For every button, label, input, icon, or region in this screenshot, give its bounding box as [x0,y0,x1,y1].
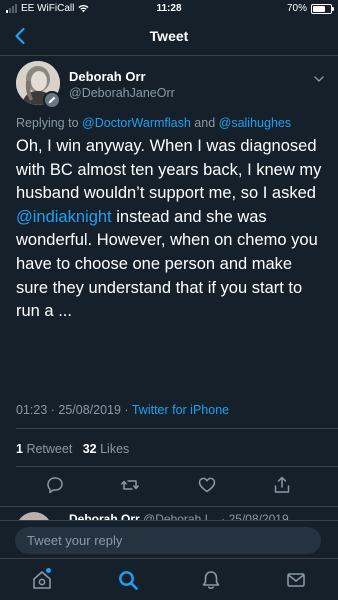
tweet-screen: EE WiFiCall 11:28 70% Tweet Deborah Orr … [0,0,338,600]
replying-and: and [194,116,216,130]
mention-link[interactable]: @indiaknight [16,208,112,226]
mention-link[interactable]: @salihughes [219,116,291,130]
status-right: 70% [286,3,334,14]
battery-icon [311,3,334,14]
compose-bar: Tweet your reply [0,520,338,558]
battery-level [313,5,325,12]
divider [16,428,338,429]
timestamp: 01:23 · 25/08/2019 · [16,403,129,417]
replying-to-label: Replying to [16,116,79,130]
chevron-down-icon[interactable] [312,72,326,86]
retweet-label: Retweet [26,442,73,456]
like-icon[interactable] [197,475,217,495]
likes-stat[interactable]: 32 Likes [83,442,130,456]
page-title: Tweet [149,28,189,44]
engagement-stats: 1 Retweet 32 Likes [16,442,129,456]
tweet-actions [0,475,338,495]
reply-preview[interactable]: Deborah Orr @Deborah I... · 25/08/2019 [0,507,338,521]
mention-link[interactable]: @DoctorWarmflash [82,116,191,130]
retweets-stat[interactable]: 1 Retweet [16,442,72,456]
reply-input[interactable]: Tweet your reply [15,527,321,554]
like-count: 32 [82,442,97,456]
pencil-icon [43,91,61,109]
author-name[interactable]: Deborah Orr [69,69,146,84]
notification-dot [46,568,51,573]
reply-icon[interactable] [45,475,65,495]
tweet-text: Oh, I win anyway. When I was diagnosed w… [16,135,328,324]
like-label: Likes [100,442,130,456]
tweet-text-part: Oh, I win anyway. When I was diagnosed w… [16,137,322,203]
divider [16,466,338,467]
tweet-meta: 01:23 · 25/08/2019 · Twitter for iPhone [16,403,229,417]
replying-to: Replying to @DoctorWarmflash and @salihu… [16,116,291,130]
tab-bar [0,558,338,600]
notifications-icon[interactable] [200,569,222,591]
source-link[interactable]: Twitter for iPhone [132,403,229,417]
nav-bar: Tweet [0,18,338,56]
search-icon[interactable] [117,569,139,591]
retweet-count: 1 [16,442,23,456]
author-handle[interactable]: @DeborahJaneOrr [69,86,175,100]
messages-icon[interactable] [285,569,307,591]
battery-percent: 70% [286,3,307,14]
retweet-icon[interactable] [120,475,140,495]
status-bar: EE WiFiCall 11:28 70% [0,0,338,18]
share-icon[interactable] [272,475,292,495]
